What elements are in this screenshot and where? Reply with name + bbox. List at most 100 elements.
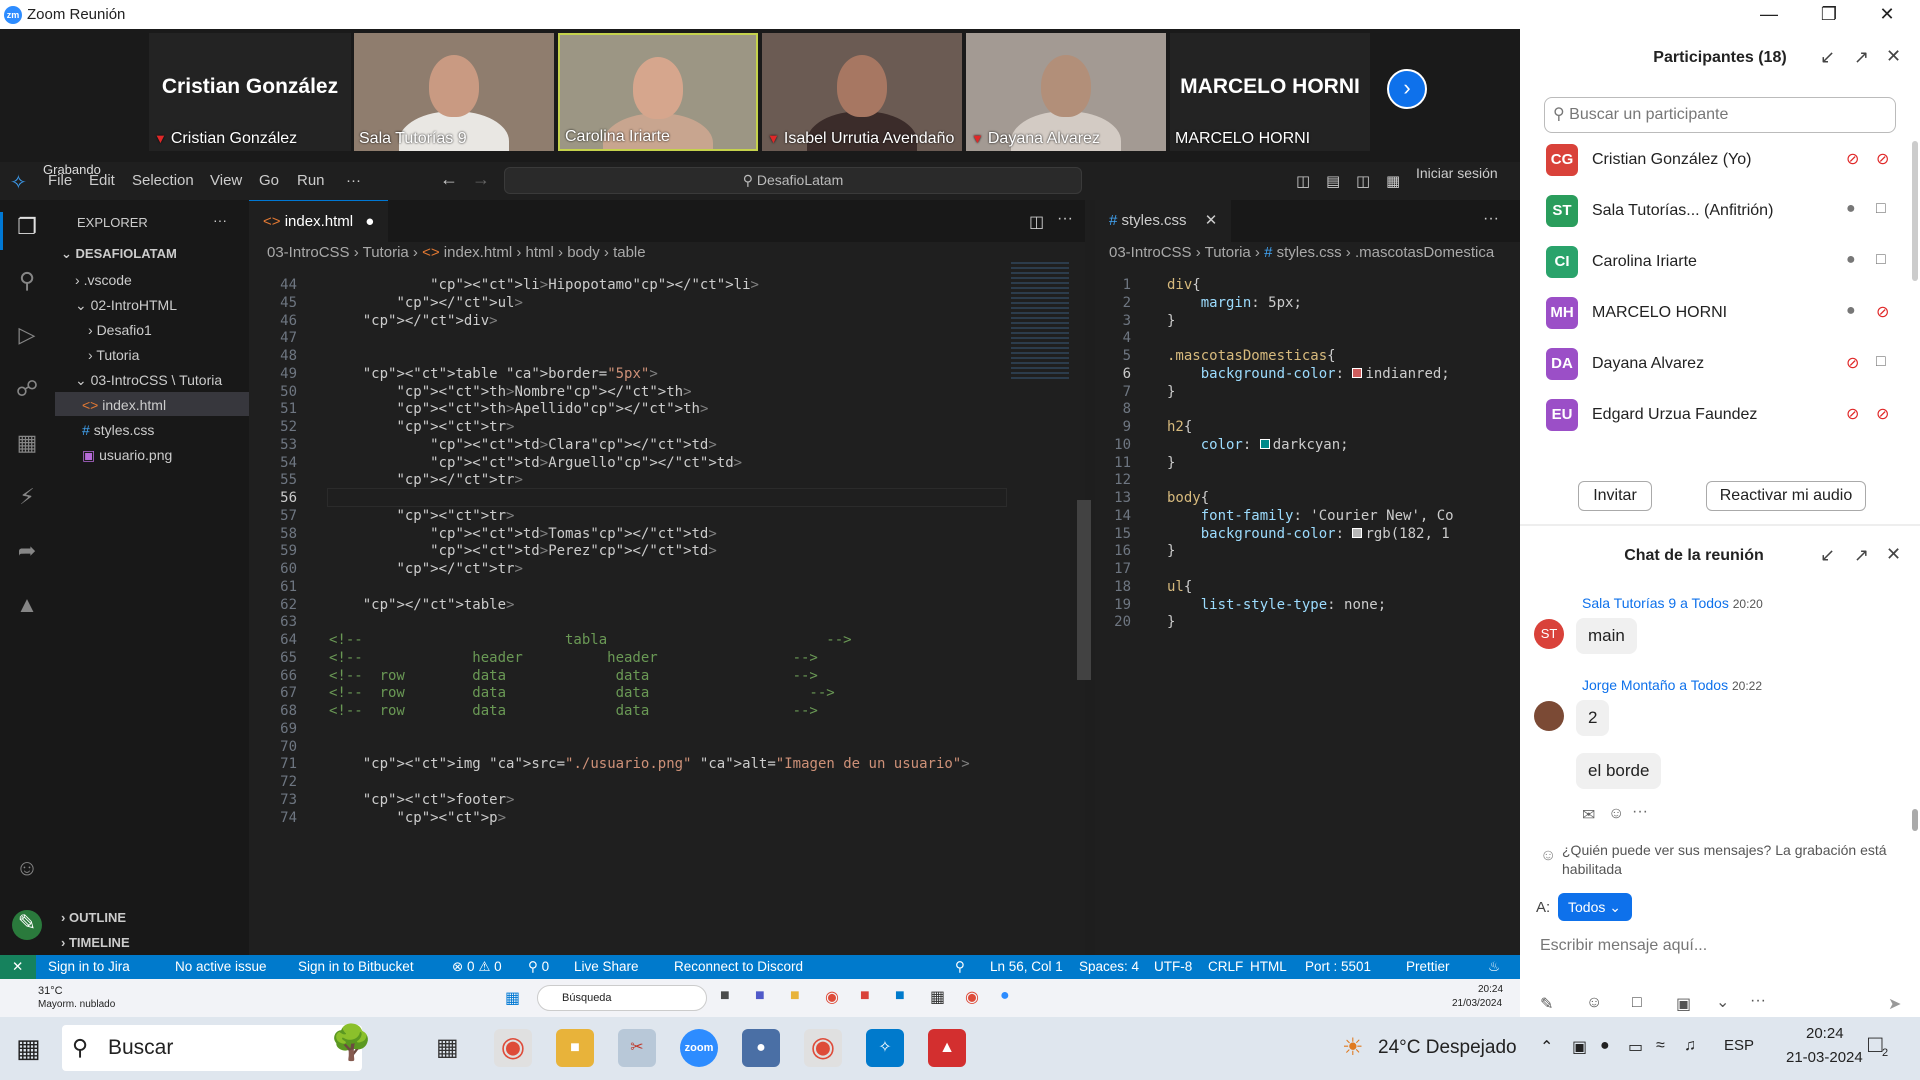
code-line[interactable]: h2{: [1167, 419, 1192, 435]
chrome-icon[interactable]: ◉: [965, 987, 979, 1007]
code-line[interactable]: .mascotasDomesticas{: [1167, 348, 1336, 364]
annotate-pen-icon[interactable]: ✎: [12, 910, 42, 940]
encoding[interactable]: UTF-8: [1154, 959, 1192, 974]
indentation[interactable]: Spaces: 4: [1079, 959, 1139, 974]
live-server-port[interactable]: Port : 5501: [1305, 959, 1371, 974]
clock-date[interactable]: 21-03-2024: [1786, 1049, 1863, 1066]
reply-icon[interactable]: ✉: [1582, 805, 1595, 825]
css-editor[interactable]: # styles.css ✕ ··· 03-IntroCSS › Tutoria…: [1095, 200, 1520, 955]
code-line[interactable]: }: [1167, 614, 1175, 630]
run-debug-icon[interactable]: ▷: [12, 322, 42, 352]
extensions-icon[interactable]: ▦: [12, 430, 42, 460]
menu-file[interactable]: File: [48, 172, 72, 189]
windows-start-icon[interactable]: ▦: [505, 988, 520, 1008]
tab-index-html[interactable]: <> index.html ●: [249, 200, 389, 242]
code-line[interactable]: body{: [1167, 490, 1209, 506]
breadcrumb-item[interactable]: .mascotasDomestica: [1355, 244, 1494, 261]
invite-button[interactable]: Invitar: [1578, 481, 1652, 511]
more-icon[interactable]: ···: [1750, 992, 1766, 1010]
forward-arrow-icon[interactable]: →: [472, 169, 490, 190]
toggle-sidebar-icon[interactable]: ◫: [1296, 172, 1310, 190]
folder-introhtml[interactable]: ⌄ 02-IntroHTML: [75, 297, 177, 314]
chat-input[interactable]: Escribir mensaje aquí...: [1540, 937, 1707, 955]
video-tile[interactable]: Sala Tutorías 9: [354, 33, 554, 151]
command-center[interactable]: ⚲ DesafioLatam: [504, 167, 1082, 194]
code-line[interactable]: "cp"><"ct">td>Tomas"cp"></"ct">td>: [329, 526, 717, 542]
menu-selection[interactable]: Selection: [132, 172, 194, 189]
taskbar-search-box[interactable]: ⚲ Buscar: [62, 1025, 362, 1071]
code-line[interactable]: "cp"><"ct">p>: [329, 810, 506, 826]
camera-icon[interactable]: ▣: [1572, 1037, 1587, 1057]
calculator-icon[interactable]: ▦: [930, 987, 945, 1007]
collapse-icon[interactable]: ↙: [1820, 47, 1835, 68]
customize-layout-icon[interactable]: ▦: [1386, 172, 1400, 190]
reactivate-audio-button[interactable]: Reactivar mi audio: [1706, 481, 1866, 511]
ports-count[interactable]: ⚲ 0: [528, 959, 549, 975]
acrobat-icon[interactable]: ▲: [928, 1029, 966, 1067]
recipient-dropdown[interactable]: Todos ⌄: [1558, 893, 1632, 921]
folder-root[interactable]: ⌄ DESAFIOLATAM: [61, 246, 177, 262]
chrome-icon[interactable]: ◉: [494, 1029, 532, 1067]
task-view-icon[interactable]: ▦: [436, 1033, 459, 1062]
language-indicator[interactable]: ESP: [1724, 1037, 1754, 1054]
chevron-down-icon[interactable]: ⌄: [1716, 992, 1729, 1012]
chrome-icon[interactable]: ◉: [825, 987, 839, 1007]
azure-icon[interactable]: ▲: [12, 592, 42, 622]
code-line[interactable]: "cp"><"ct">th>Nombre"cp"></"ct">th>: [329, 384, 691, 400]
file-usuario-png[interactable]: ▣ usuario.png: [82, 447, 172, 464]
send-icon[interactable]: ➤: [1888, 994, 1901, 1014]
prettier[interactable]: Prettier: [1406, 959, 1450, 974]
menu-edit[interactable]: Edit: [89, 172, 115, 189]
participant-row[interactable]: ST Sala Tutorías... (Anfitrión) ● □: [1546, 192, 1906, 232]
toggle-panel-icon[interactable]: ▤: [1326, 172, 1340, 190]
toggle-secondary-sidebar-icon[interactable]: ◫: [1356, 172, 1370, 190]
taskbar-search[interactable]: Búsqueda: [537, 985, 707, 1011]
language-mode[interactable]: HTML: [1250, 959, 1287, 974]
more-actions-icon[interactable]: ···: [213, 212, 227, 228]
timeline-section[interactable]: › TIMELINE: [61, 935, 130, 950]
code-line[interactable]: background-color: rgb(182, 1: [1167, 526, 1450, 542]
code-line[interactable]: "cp"></"ct">div>: [329, 313, 498, 329]
code-line[interactable]: "cp"></"ct">tr>: [329, 472, 522, 488]
participant-row[interactable]: DA Dayana Alvarez ⊘ □: [1546, 345, 1906, 385]
code-line[interactable]: font-family: 'Courier New', Co: [1167, 508, 1454, 524]
breadcrumb-item[interactable]: 03-IntroCSS: [267, 244, 350, 261]
lightning-icon[interactable]: ⚡: [12, 484, 42, 514]
notifications-bell-icon[interactable]: ♨: [1488, 959, 1500, 975]
chrome-icon[interactable]: ◉: [804, 1029, 842, 1067]
tab-styles-css[interactable]: # styles.css ✕: [1095, 200, 1232, 242]
line-endings[interactable]: CRLF: [1208, 959, 1243, 974]
file-index-html[interactable]: <> index.html: [82, 397, 166, 413]
participant-row[interactable]: CG Cristian González (Yo) ⊘ ⊘: [1546, 141, 1906, 181]
search-icon[interactable]: ⚲: [12, 268, 42, 298]
code-line[interactable]: "cp"><"ct">li>Hipopotamo"cp"></"ct">li>: [329, 277, 759, 293]
restore-icon[interactable]: ❐: [1800, 0, 1858, 29]
code-line[interactable]: }: [1167, 384, 1175, 400]
breadcrumb-item[interactable]: styles.css: [1277, 244, 1342, 261]
windows-start-icon[interactable]: ▦: [16, 1033, 41, 1064]
code-line[interactable]: }: [1167, 455, 1175, 471]
code-line[interactable]: "cp"><"ct">tr>: [329, 508, 514, 524]
emoji-icon[interactable]: ☺: [1586, 994, 1602, 1012]
snipping-tool-icon[interactable]: ✂: [618, 1029, 656, 1067]
zoom-icon[interactable]: zoom: [680, 1029, 718, 1067]
html-editor[interactable]: <> index.html ● ◫ ··· 03-IntroCSS › Tuto…: [249, 200, 1091, 955]
source-control-icon[interactable]: ☍: [12, 376, 42, 406]
code-line[interactable]: }: [1167, 313, 1175, 329]
breadcrumb-item[interactable]: Tutoria: [1205, 244, 1251, 261]
privacy-notice[interactable]: ¿Quién puede ver sus mensajes? La grabac…: [1562, 841, 1902, 879]
app-icon[interactable]: ■: [720, 987, 730, 1005]
code-line[interactable]: "cp"><"ct">img "ca">src="./usuario.png" …: [329, 756, 970, 772]
emoji-react-icon[interactable]: ☺: [1608, 805, 1624, 823]
code-line[interactable]: color: darkcyan;: [1167, 437, 1349, 453]
breadcrumb-item[interactable]: 03-IntroCSS: [1109, 244, 1192, 261]
postgres-icon[interactable]: ●: [742, 1029, 780, 1067]
breadcrumb-item[interactable]: body: [567, 244, 600, 261]
accounts-icon[interactable]: ☺: [12, 855, 42, 885]
split-editor-icon[interactable]: ◫: [1029, 212, 1044, 232]
menu-more[interactable]: ···: [346, 172, 361, 189]
folder-vscode[interactable]: › .vscode: [75, 272, 132, 288]
speaker-icon[interactable]: ♫: [1684, 1037, 1696, 1055]
weather-text[interactable]: 24°C Despejado: [1378, 1037, 1517, 1059]
file-icon[interactable]: □: [1632, 994, 1642, 1012]
